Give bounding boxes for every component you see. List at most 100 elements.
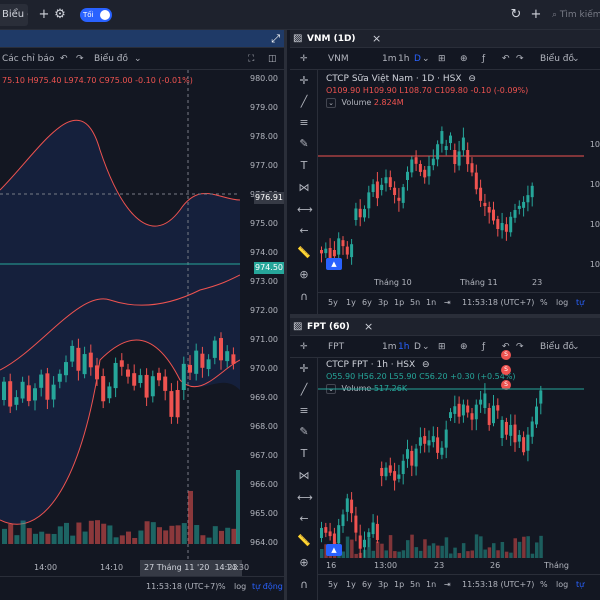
layout-button[interactable]: Biểu đồ [0, 4, 28, 26]
vnm-price-scale[interactable]: 10 10 10 10 [584, 70, 600, 275]
refresh-icon[interactable]: ↻ [508, 6, 524, 24]
chevron-down-icon[interactable]: ⌄ [572, 48, 580, 70]
brush-icon[interactable]: ✎ [297, 137, 311, 151]
date-range-icon[interactable]: ⇥ [444, 575, 451, 595]
trend-line-icon[interactable]: ╱ [297, 383, 311, 397]
crosshair-icon[interactable]: ✛ [300, 336, 308, 358]
ruler-icon[interactable]: 📏 [297, 534, 311, 548]
date-range-icon[interactable]: ⇥ [444, 293, 451, 313]
indicators-button[interactable]: Các chỉ báo [2, 48, 54, 70]
text-icon[interactable]: T [297, 159, 311, 173]
camera-icon[interactable]: ◫ [268, 48, 277, 70]
percent-toggle[interactable]: % [540, 293, 548, 313]
function-icon[interactable]: ƒ [482, 336, 485, 358]
fib-icon[interactable]: ≡ [297, 116, 311, 130]
range-6y[interactable]: 6y [362, 293, 372, 313]
main-price-scale[interactable]: 980.00979.00978.00977.00976.00975.00974.… [237, 70, 284, 560]
chart-type-dropdown[interactable]: Biểu đồ [540, 48, 574, 70]
redo-icon[interactable]: ↷ [516, 48, 524, 70]
range-1n[interactable]: 1n [426, 575, 436, 595]
brush-icon[interactable]: ✎ [297, 425, 311, 439]
range-5y[interactable]: 5y [328, 575, 338, 595]
vnm-time-axis[interactable]: Tháng 10 Tháng 11 23 [318, 275, 584, 291]
search-input[interactable]: ⌕ Tìm kiếm [552, 5, 600, 25]
gear-icon[interactable]: ⚙ [52, 6, 68, 24]
log-toggle[interactable]: log [556, 293, 568, 313]
interval-1h[interactable]: 1h [398, 48, 409, 70]
undo-icon[interactable]: ↶ [60, 48, 68, 70]
measure-icon[interactable]: ⟷ [297, 491, 313, 505]
crosshair-icon[interactable]: ✛ [300, 48, 308, 70]
main-time-axis[interactable]: 14:00 14:10 27 Tháng 11 '20 14:23 14:30 [0, 560, 249, 576]
pattern-icon[interactable]: ⋈ [297, 469, 311, 483]
interval-d[interactable]: D [414, 48, 421, 70]
redo-icon[interactable]: ↷ [76, 48, 84, 70]
auto-scale-toggle[interactable]: tự động [252, 577, 283, 597]
magnet-icon[interactable]: ∩ [297, 290, 311, 304]
arrow-left-icon[interactable]: ← [297, 224, 311, 238]
vnm-chart-canvas[interactable] [318, 70, 584, 275]
fpt-time-axis[interactable]: 16 13:00 23 26 Tháng Mười [318, 558, 584, 586]
redo-icon[interactable]: ↷ [516, 336, 524, 358]
fpt-chart-canvas[interactable] [318, 358, 584, 558]
range-1y[interactable]: 1y [346, 293, 356, 313]
chevron-down-icon[interactable]: ⌄ [422, 336, 430, 358]
interval-1h[interactable]: 1h [398, 336, 409, 358]
log-toggle[interactable]: log [556, 575, 568, 595]
range-3p[interactable]: 3p [378, 575, 388, 595]
range-3p[interactable]: 3p [378, 293, 388, 313]
candle-style-icon[interactable]: ⊞ [438, 48, 446, 70]
interval-1m[interactable]: 1m [382, 48, 397, 70]
add-indicator-icon[interactable]: ⊕ [460, 48, 468, 70]
percent-toggle[interactable]: % [218, 577, 226, 597]
theme-toggle[interactable]: Tối [80, 8, 112, 22]
range-1y[interactable]: 1y [346, 575, 356, 595]
zoom-icon[interactable]: ⊕ [297, 556, 311, 570]
close-icon[interactable]: × [372, 30, 381, 48]
chart-type-dropdown[interactable]: Biểu đồ [94, 48, 128, 70]
text-icon[interactable]: T [297, 447, 311, 461]
interval-d[interactable]: D [414, 336, 421, 358]
zoom-icon[interactable]: ⊕ [297, 268, 311, 282]
chevron-down-icon[interactable]: ⌄ [134, 48, 142, 70]
arrow-left-icon[interactable]: ← [297, 512, 311, 526]
expand-icon[interactable]: ⤢ [271, 30, 280, 48]
auto-scale-toggle[interactable]: tự [576, 293, 584, 313]
symbol-search[interactable]: VNM [328, 48, 349, 70]
fpt-tab-title[interactable]: FPT (60) [307, 318, 350, 336]
undo-icon[interactable]: ↶ [502, 48, 510, 70]
range-5n[interactable]: 5n [410, 575, 420, 595]
range-1p[interactable]: 1p [394, 575, 404, 595]
range-1n[interactable]: 1n [426, 293, 436, 313]
range-6y[interactable]: 6y [362, 575, 372, 595]
function-icon[interactable]: ƒ [482, 48, 485, 70]
range-1p[interactable]: 1p [394, 293, 404, 313]
trend-line-icon[interactable]: ╱ [297, 95, 311, 109]
chevron-down-icon[interactable]: ⌄ [422, 48, 430, 70]
fullscreen-icon[interactable]: ⛶ [248, 48, 254, 70]
percent-toggle[interactable]: % [540, 575, 548, 595]
auto-scale-toggle[interactable]: tự [576, 575, 584, 595]
vnm-tab-title[interactable]: VNM (1D) [307, 30, 356, 48]
chart-type-dropdown[interactable]: Biểu đồ [540, 336, 574, 358]
add-indicator-icon[interactable]: ⊕ [460, 336, 468, 358]
pattern-icon[interactable]: ⋈ [297, 181, 311, 195]
magnet-icon[interactable]: ∩ [297, 578, 311, 592]
ruler-icon[interactable]: 📏 [297, 246, 311, 260]
range-5n[interactable]: 5n [410, 293, 420, 313]
interval-1m[interactable]: 1m [382, 336, 397, 358]
range-5y[interactable]: 5y [328, 293, 338, 313]
main-chart-canvas[interactable] [0, 70, 240, 560]
add-panel-icon[interactable]: + [528, 6, 544, 24]
chevron-down-icon[interactable]: ⌄ [572, 336, 580, 358]
fib-icon[interactable]: ≡ [297, 404, 311, 418]
candle-style-icon[interactable]: ⊞ [438, 336, 446, 358]
symbol-search[interactable]: FPT [328, 336, 344, 358]
add-icon[interactable]: + [36, 6, 52, 24]
measure-icon[interactable]: ⟷ [297, 203, 313, 217]
close-icon[interactable]: × [364, 318, 373, 336]
log-toggle[interactable]: log [234, 577, 246, 597]
crosshair-icon[interactable]: ✛ [297, 74, 311, 88]
crosshair-icon[interactable]: ✛ [297, 362, 311, 376]
price-label: 975.00 [250, 219, 278, 228]
